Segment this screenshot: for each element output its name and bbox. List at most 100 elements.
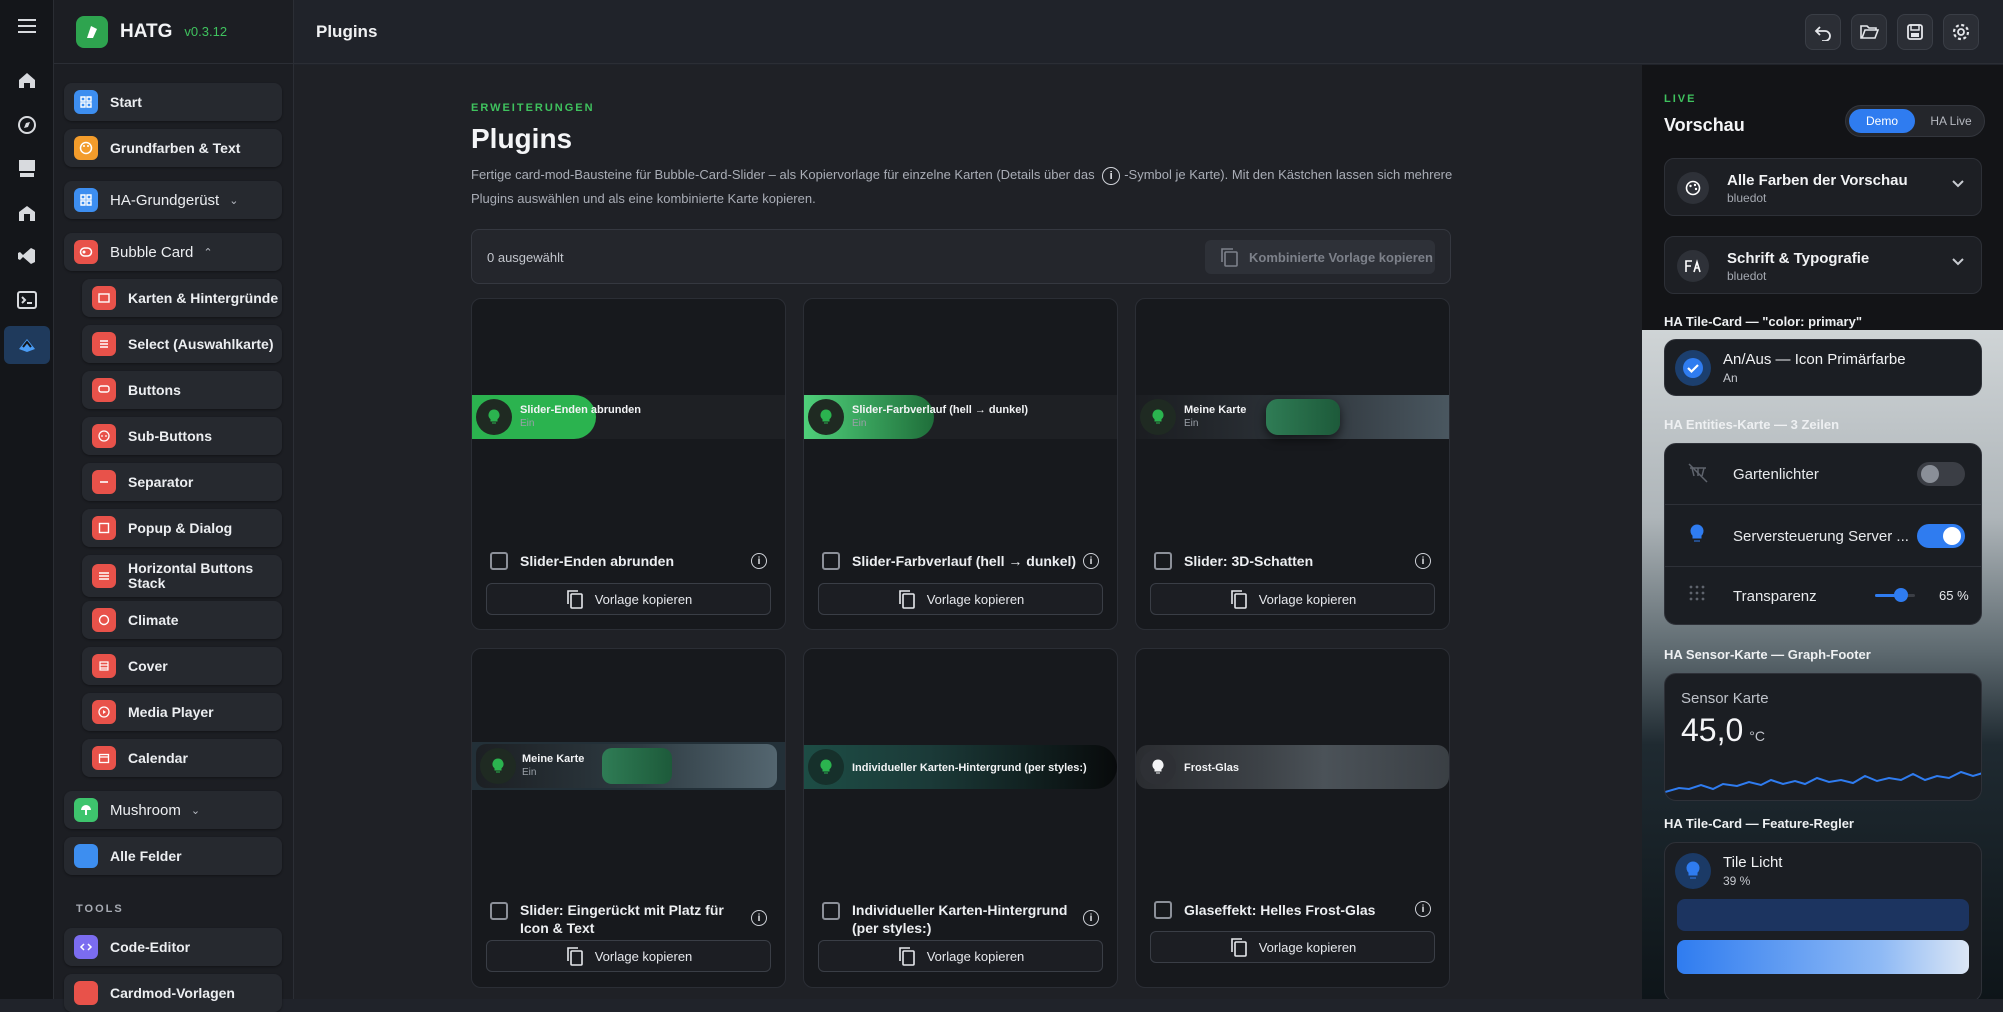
copy-label: Vorlage kopieren bbox=[1258, 591, 1357, 607]
minus-icon bbox=[92, 470, 116, 494]
settings-button[interactable] bbox=[1943, 14, 1979, 50]
copy-template-button[interactable]: Vorlage kopieren bbox=[1150, 931, 1435, 963]
card-checkbox[interactable] bbox=[1154, 901, 1172, 919]
sidebar-item-label: Calendar bbox=[128, 749, 188, 766]
copy-icon bbox=[1221, 248, 1238, 267]
copy-template-button[interactable]: Vorlage kopieren bbox=[486, 583, 771, 615]
home-icon[interactable] bbox=[11, 64, 43, 96]
demo-tab[interactable]: Demo bbox=[1849, 109, 1915, 133]
sidebar-item-label: Alle Felder bbox=[110, 847, 182, 864]
sidebar-item-label: Horizontal Buttons Stack bbox=[128, 560, 254, 591]
brand: HATG v0.3.12 bbox=[54, 0, 293, 64]
preview-name: Frost-Glas bbox=[1184, 762, 1240, 774]
sidebar-item-climate[interactable]: Climate bbox=[82, 601, 282, 639]
sidebar-item-media-player[interactable]: Media Player bbox=[82, 693, 282, 731]
gartenlichter-toggle[interactable] bbox=[1917, 462, 1965, 486]
sidebar-item-cover[interactable]: Cover bbox=[82, 647, 282, 685]
open-folder-button[interactable] bbox=[1851, 14, 1887, 50]
card-checkbox[interactable] bbox=[490, 902, 508, 920]
sidebar-item-select[interactable]: Select (Auswahlkarte) bbox=[82, 325, 282, 363]
entities-card: Gartenlichter Serversteuerung Server ...… bbox=[1664, 443, 1982, 625]
card-checkbox[interactable] bbox=[822, 902, 840, 920]
info-icon[interactable]: i bbox=[751, 553, 767, 569]
sidebar-item-start[interactable]: Start bbox=[64, 83, 282, 121]
folder-open-icon bbox=[1860, 25, 1879, 39]
terminal-icon[interactable] bbox=[11, 284, 43, 316]
vscode-icon[interactable] bbox=[11, 240, 43, 272]
sidebar-item-calendar[interactable]: Calendar bbox=[82, 739, 282, 777]
sidebar-item-cardmod-vorlagen[interactable]: Cardmod-Vorlagen bbox=[64, 974, 282, 1012]
bulb-icon bbox=[1689, 524, 1705, 544]
transparency-slider[interactable] bbox=[1875, 588, 1915, 602]
sensor-card[interactable]: Sensor Karte 45,0 °C bbox=[1664, 673, 1982, 801]
section-description: Fertige card-mod-Bausteine für Bubble-Ca… bbox=[471, 163, 1461, 211]
save-button[interactable] bbox=[1897, 14, 1933, 50]
compass-icon[interactable] bbox=[11, 109, 43, 141]
sidebar-item-sub-buttons[interactable]: Sub-Buttons bbox=[82, 417, 282, 455]
undo-button[interactable] bbox=[1805, 14, 1841, 50]
template-icon bbox=[74, 981, 98, 1005]
tile-card[interactable]: An/Aus — Icon Primärfarbe An bbox=[1664, 339, 1982, 396]
sidebar-item-alle-felder[interactable]: Alle Felder bbox=[64, 837, 282, 875]
gear-icon bbox=[1952, 23, 1970, 41]
divider bbox=[1665, 504, 1981, 505]
accordion-typography[interactable]: Schrift & Typografie bluedot bbox=[1664, 236, 1982, 294]
preview-label: Meine Karte Ein bbox=[522, 752, 584, 780]
info-icon[interactable]: i bbox=[1415, 553, 1431, 569]
copy-template-button[interactable]: Vorlage kopieren bbox=[486, 940, 771, 972]
sensor-section-title: HA Sensor-Karte — Graph-Footer bbox=[1664, 647, 1871, 662]
preview-name: Meine Karte bbox=[522, 753, 585, 765]
menu-icon[interactable] bbox=[11, 10, 43, 42]
preview-state: Ein bbox=[522, 767, 537, 778]
transparency-slider-knob[interactable] bbox=[1894, 588, 1908, 602]
info-icon[interactable]: i bbox=[751, 910, 767, 926]
sidebar-item-bubble-card[interactable]: Bubble Card ⌃ bbox=[64, 233, 282, 271]
sidebar-item-ha-grundgeruest[interactable]: HA-Grundgerüst ⌄ bbox=[64, 181, 282, 219]
sidebar-item-grundfarben[interactable]: Grundfarben & Text bbox=[64, 129, 282, 167]
sidebar-item-mushroom[interactable]: Mushroom ⌄ bbox=[64, 791, 282, 829]
sidebar-item-karten[interactable]: Karten & Hintergründe bbox=[82, 279, 282, 317]
card-checkbox[interactable] bbox=[490, 552, 508, 570]
plugin-app-icon[interactable] bbox=[4, 326, 50, 364]
slider-fill bbox=[602, 748, 672, 784]
sidebar-item-popup[interactable]: Popup & Dialog bbox=[82, 509, 282, 547]
stack-icon bbox=[92, 564, 116, 588]
info-icon[interactable]: i bbox=[1415, 901, 1431, 917]
hacs-icon[interactable] bbox=[11, 153, 43, 185]
card-checkbox[interactable] bbox=[822, 552, 840, 570]
sidebar-item-horizontal-stack[interactable]: Horizontal Buttons Stack bbox=[82, 555, 282, 597]
plugin-card: Slider-Farbverlauf (hell → dunkel) Ein Sl… bbox=[803, 298, 1118, 630]
copy-template-button[interactable]: Vorlage kopieren bbox=[818, 583, 1103, 615]
bulb-icon bbox=[476, 399, 512, 435]
sidebar-item-buttons[interactable]: Buttons bbox=[82, 371, 282, 409]
copy-template-button[interactable]: Vorlage kopieren bbox=[818, 940, 1103, 972]
info-icon[interactable]: i bbox=[1083, 910, 1099, 926]
chevron-down-icon bbox=[1951, 179, 1965, 189]
plugin-card: Individueller Karten-Hintergrund (per st… bbox=[803, 648, 1118, 988]
building-icon[interactable] bbox=[11, 197, 43, 229]
chevron-down-icon: ⌄ bbox=[229, 194, 239, 207]
sidebar-item-code-editor[interactable]: Code-Editor bbox=[64, 928, 282, 966]
chevron-up-icon: ⌃ bbox=[203, 246, 213, 259]
feature-control-bar[interactable] bbox=[1677, 899, 1969, 931]
server-toggle[interactable] bbox=[1917, 524, 1965, 548]
bulb-icon bbox=[480, 748, 516, 784]
sidebar-item-separator[interactable]: Separator bbox=[82, 463, 282, 501]
slider-fill bbox=[1266, 399, 1340, 435]
copy-icon bbox=[566, 590, 583, 609]
sidebar-item-label: Bubble Card bbox=[110, 243, 194, 261]
copy-template-button[interactable]: Vorlage kopieren bbox=[1150, 583, 1435, 615]
combined-copy-button[interactable]: Kombinierte Vorlage kopieren bbox=[1205, 240, 1435, 274]
preview-panel: LIVE Vorschau Demo HA Live Alle Farben d… bbox=[1642, 65, 2003, 999]
undo-icon bbox=[1814, 26, 1831, 41]
accordion-colors[interactable]: Alle Farben der Vorschau bluedot bbox=[1664, 158, 1982, 216]
info-icon[interactable]: i bbox=[1083, 553, 1099, 569]
card-title: Slider: 3D-Schatten bbox=[1184, 553, 1314, 569]
brightness-slider[interactable] bbox=[1677, 940, 1969, 974]
sensor-reading: 45,0 °C bbox=[1681, 712, 1765, 749]
dots-grid-icon bbox=[1689, 585, 1705, 601]
ha-live-tab[interactable]: HA Live bbox=[1920, 109, 1982, 133]
feature-name: Tile Licht bbox=[1723, 854, 1783, 871]
icon-rail bbox=[0, 0, 54, 999]
card-checkbox[interactable] bbox=[1154, 552, 1172, 570]
